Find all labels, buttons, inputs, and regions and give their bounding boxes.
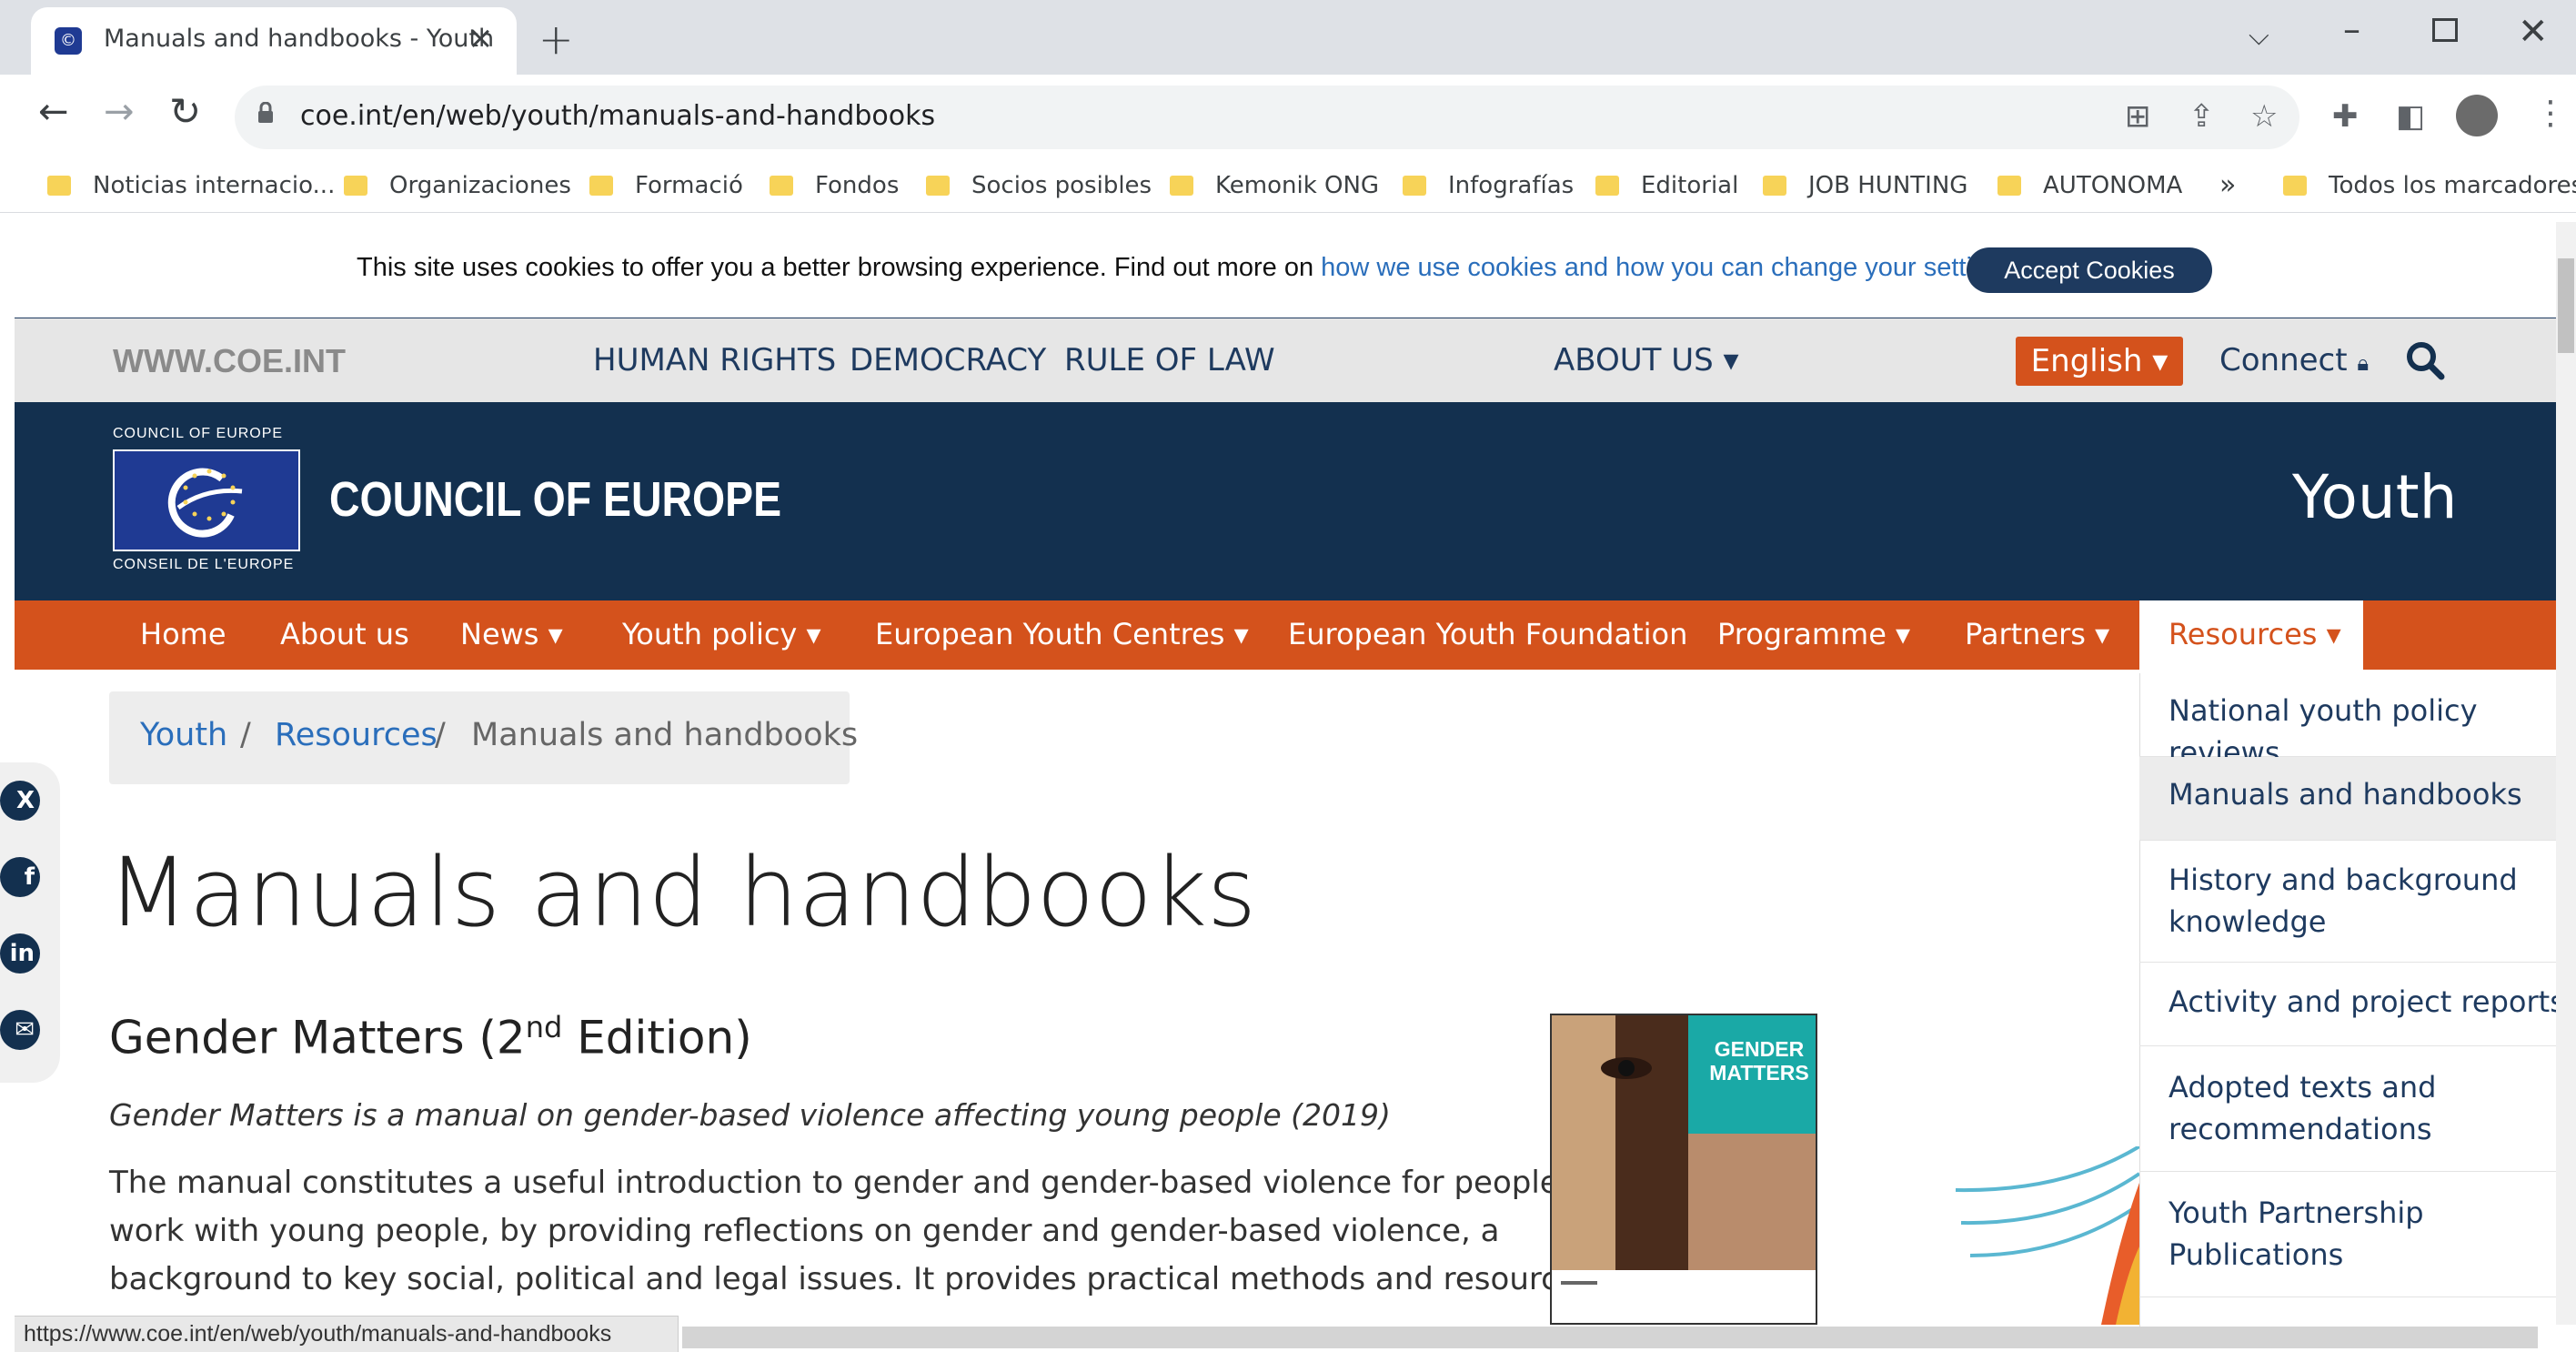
tab-close-icon[interactable]: ×	[468, 20, 494, 56]
nav-youth-policy[interactable]: Youth policy ▾	[622, 617, 821, 651]
nav-home[interactable]: Home	[140, 617, 226, 651]
nav-partners[interactable]: Partners ▾	[1965, 617, 2109, 651]
avatar[interactable]	[2456, 95, 2498, 136]
vertical-scrollbar[interactable]	[2556, 222, 2576, 1325]
bookmark-folder[interactable]: Fondos	[770, 167, 899, 204]
dropdown-item-label[interactable]: Activity and project reports	[2168, 981, 2565, 1023]
bookmark-folder[interactable]: Formació	[589, 167, 743, 204]
folder-icon	[1997, 176, 2021, 196]
decorative-swirl	[1956, 1146, 2139, 1325]
folder-icon	[926, 176, 950, 196]
folder-icon	[2283, 176, 2307, 196]
dropdown-item-label[interactable]: Adopted texts and recommendations	[2168, 1066, 2532, 1150]
article-body-line: The manual constitutes a useful introduc…	[109, 1165, 1633, 1201]
url-text[interactable]: coe.int/en/web/youth/manuals-and-handboo…	[300, 100, 935, 132]
back-arrow-icon[interactable]: ←	[38, 91, 69, 133]
facebook-icon[interactable]: f	[0, 857, 40, 897]
book-cover-title: GENDER MATTERS	[1709, 1037, 1809, 1085]
minimize-icon[interactable]: –	[2343, 9, 2360, 49]
tab-title: Manuals and handbooks - Youth	[104, 25, 495, 53]
status-bar-url: https://www.coe.int/en/web/youth/manuals…	[15, 1316, 679, 1352]
logo-caption-en: COUNCIL OF EUROPE	[113, 426, 284, 441]
folder-icon	[589, 176, 613, 196]
bookmark-folder[interactable]: JOB HUNTING	[1763, 167, 1967, 204]
dropdown-item-label[interactable]: History and background knowledge	[2168, 859, 2532, 943]
folder-icon	[770, 176, 793, 196]
bookmark-folder[interactable]: Infografías	[1403, 167, 1574, 204]
breadcrumb-separator: /	[435, 717, 446, 753]
padlock-icon: 🔒︎	[2357, 350, 2370, 376]
folder-icon	[47, 176, 71, 196]
side-panel-icon[interactable]: ◧	[2396, 98, 2425, 135]
horizontal-scrollbar[interactable]	[682, 1327, 2538, 1348]
breadcrumb-youth[interactable]: Youth	[140, 717, 227, 753]
language-selector[interactable]: English ▾	[2016, 337, 2183, 386]
share-icon[interactable]: ⇪	[2189, 98, 2215, 135]
restore-icon[interactable]	[2432, 18, 2458, 42]
email-icon[interactable]: ✉	[0, 1010, 40, 1050]
bookmark-folder[interactable]: Editorial	[1595, 167, 1738, 204]
folder-icon	[1763, 176, 1786, 196]
bookmark-folder[interactable]: AUTONOMA	[1997, 167, 2182, 204]
nav-human-rights[interactable]: HUMAN RIGHTS	[593, 342, 836, 378]
tab-search-chevron-icon[interactable]: ⌵	[2249, 20, 2269, 52]
reload-icon[interactable]: ↻	[169, 89, 201, 134]
breadcrumb-resources[interactable]: Resources	[275, 717, 438, 753]
kebab-menu-icon[interactable]: ⋮	[2534, 95, 2567, 132]
lock-icon[interactable]	[257, 102, 275, 124]
translate-icon[interactable]: ⊞	[2125, 98, 2151, 135]
new-tab-icon[interactable]: +	[538, 15, 574, 64]
window-close-icon[interactable]: ✕	[2518, 11, 2549, 53]
folder-icon	[1170, 176, 1193, 196]
coe-emblem-icon	[167, 468, 243, 538]
nav-democracy[interactable]: DEMOCRACY	[850, 342, 1046, 378]
x-twitter-icon[interactable]: X	[0, 781, 40, 821]
article-subtitle: Gender Matters is a manual on gender-bas…	[109, 1097, 1391, 1133]
bookmarks-overflow-button[interactable]: »	[2219, 169, 2236, 201]
nav-european-youth-centres[interactable]: European Youth Centres ▾	[875, 617, 1249, 651]
social-share-bar: X f in ✉	[0, 762, 60, 1083]
favicon-icon: ©	[55, 27, 82, 55]
nav-resources-label[interactable]: Resources ▾	[2168, 617, 2341, 651]
organization-name[interactable]: COUNCIL OF EUROPE	[329, 471, 781, 528]
coe-site-link[interactable]: WWW.COE.INT	[113, 342, 346, 380]
nav-european-youth-foundation[interactable]: European Youth Foundation	[1288, 617, 1687, 651]
connect-link[interactable]: Connect 🔒︎	[2219, 342, 2369, 378]
nav-about-us[interactable]: About us	[280, 617, 409, 651]
nav-news[interactable]: News ▾	[460, 617, 563, 651]
extensions-icon[interactable]: ✚	[2332, 98, 2359, 135]
bookmark-folder[interactable]: Socios posibles	[926, 167, 1152, 204]
dropdown-item-label[interactable]: Manuals and handbooks	[2168, 773, 2522, 815]
section-title: Youth	[2292, 462, 2458, 532]
folder-icon	[344, 176, 367, 196]
breadcrumb-current: Manuals and handbooks	[471, 717, 859, 753]
logo-caption-fr: CONSEIL DE L'EUROPE	[113, 557, 295, 572]
forward-arrow-icon[interactable]: →	[104, 91, 135, 133]
vertical-scrollbar-thumb[interactable]	[2558, 258, 2574, 353]
nav-rule-of-law[interactable]: RULE OF LAW	[1064, 342, 1275, 378]
breadcrumb-separator: /	[240, 717, 251, 753]
dropdown-item-label[interactable]: Youth Partnership Publications	[2168, 1192, 2532, 1276]
search-icon[interactable]	[2405, 340, 2445, 380]
nav-programme[interactable]: Programme ▾	[1717, 617, 1910, 651]
folder-icon	[1403, 176, 1426, 196]
nav-about-us[interactable]: ABOUT US ▾	[1554, 342, 1739, 378]
all-bookmarks-folder[interactable]: Todos los marcadores	[2283, 167, 2576, 204]
coe-logo[interactable]	[113, 449, 300, 551]
bookmark-folder[interactable]: Kemonik ONG	[1170, 167, 1379, 204]
cookie-text: This site uses cookies to offer you a be…	[357, 253, 2022, 282]
bookmark-folder[interactable]: Noticias internacio...	[47, 167, 335, 204]
article-body-line: background to key social, political and …	[109, 1261, 1645, 1297]
folder-icon	[1595, 176, 1619, 196]
accept-cookies-button[interactable]: Accept Cookies	[1967, 247, 2212, 293]
page-title: Manuals and handbooks	[107, 837, 1257, 948]
cookie-settings-link[interactable]: how we use cookies and how you can chang…	[1321, 253, 2015, 282]
linkedin-icon[interactable]: in	[0, 933, 40, 974]
article-body-line: work with young people, by providing ref…	[109, 1213, 1500, 1249]
bookmark-folder[interactable]: Organizaciones	[344, 167, 571, 204]
article-title[interactable]: Gender Matters (2nd Edition)	[109, 1010, 752, 1064]
bookmark-star-icon[interactable]: ☆	[2250, 98, 2278, 135]
